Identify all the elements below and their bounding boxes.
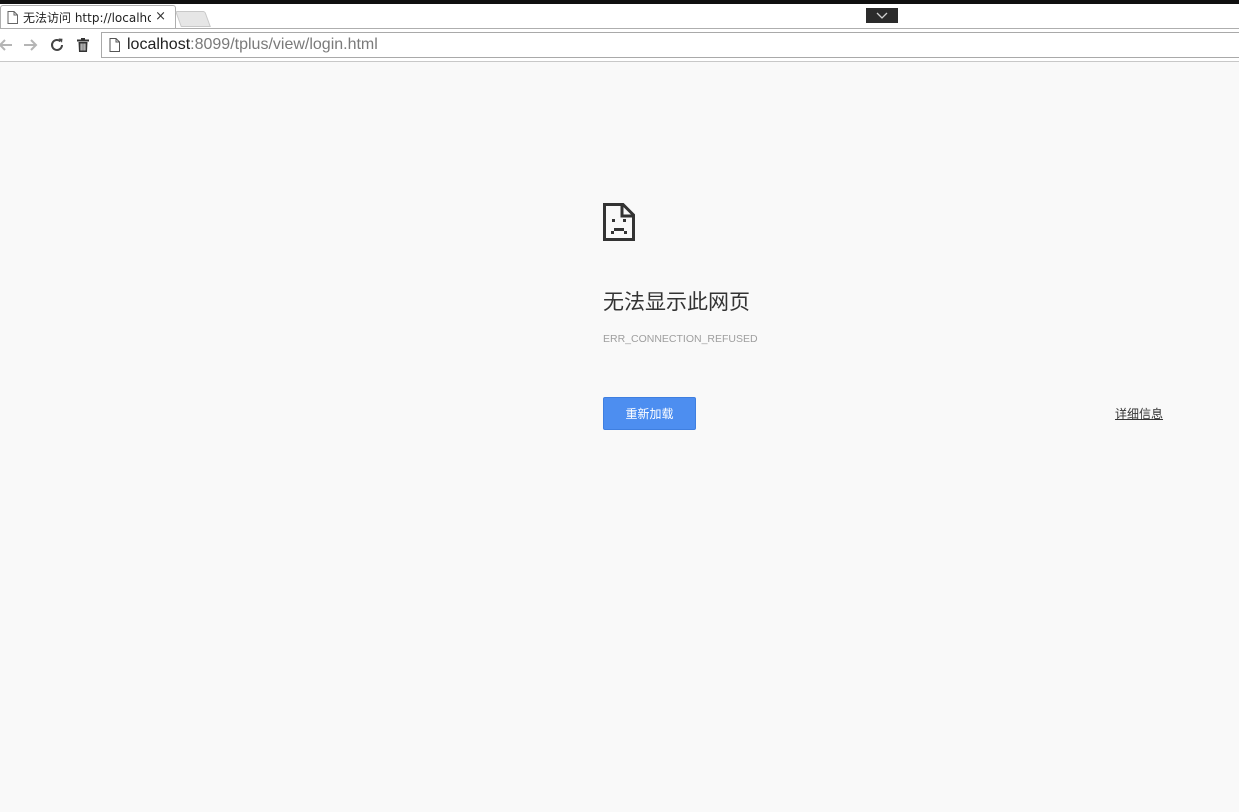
tab-strip: 无法访问 http://localhos × <box>0 4 1239 29</box>
address-bar[interactable]: localhost:8099/tplus/view/login.html <box>101 32 1239 58</box>
reload-icon <box>51 38 63 51</box>
tab-title: 无法访问 http://localhos <box>23 11 151 25</box>
url-host: localhost <box>127 36 191 53</box>
trash-icon <box>77 38 89 52</box>
error-title: 无法显示此网页 <box>603 290 750 314</box>
trash-button[interactable] <box>73 35 93 55</box>
url-text: localhost:8099/tplus/view/login.html <box>127 36 378 54</box>
error-page: 无法显示此网页 ERR_CONNECTION_REFUSED 重新加载 详细信息 <box>0 62 1239 812</box>
arrow-left-icon <box>0 39 12 51</box>
details-link[interactable]: 详细信息 <box>1115 405 1163 422</box>
arrow-right-icon <box>24 39 38 51</box>
tab-dropdown-button[interactable] <box>866 8 898 23</box>
back-button[interactable] <box>0 35 16 55</box>
browser-toolbar: localhost:8099/tplus/view/login.html <box>0 28 1239 62</box>
page-icon <box>7 11 18 24</box>
tab-close-icon[interactable]: × <box>155 9 166 24</box>
url-path: :8099/tplus/view/login.html <box>190 36 378 53</box>
page-icon <box>109 38 120 52</box>
error-code: ERR_CONNECTION_REFUSED <box>603 333 758 345</box>
forward-button[interactable] <box>20 35 40 55</box>
reload-toolbar-button[interactable] <box>47 35 67 55</box>
reload-button[interactable]: 重新加载 <box>603 397 696 430</box>
new-tab-button[interactable] <box>175 11 211 27</box>
sad-page-icon <box>603 203 635 241</box>
browser-tab[interactable]: 无法访问 http://localhos × <box>0 5 176 29</box>
chevron-down-icon <box>876 12 888 19</box>
